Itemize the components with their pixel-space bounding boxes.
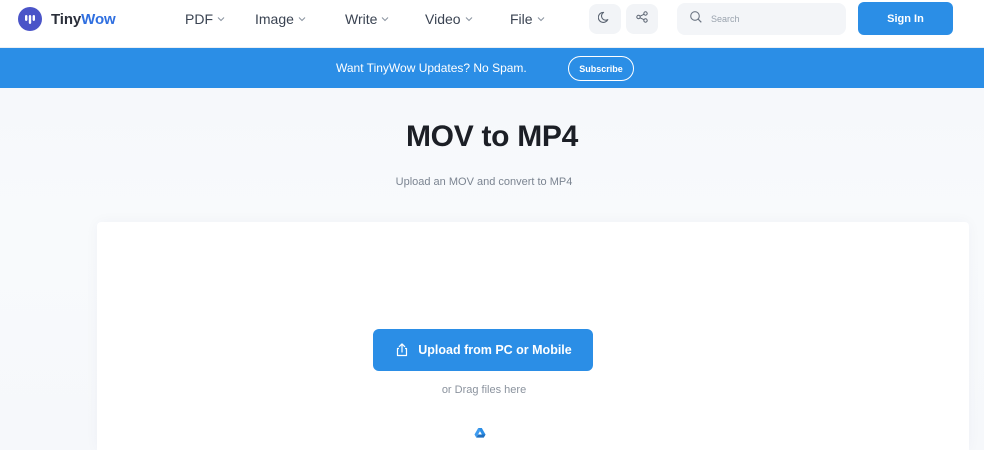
page-subtitle: Upload an MOV and convert to MP4 — [395, 176, 573, 188]
nav-file-label: File — [510, 11, 533, 27]
main-nav: PDF Image Write Video File — [185, 8, 544, 30]
share-button[interactable] — [626, 4, 658, 34]
chevron-down-icon — [465, 16, 473, 22]
tinywow-logo-icon — [18, 7, 42, 31]
nav-video[interactable]: Video — [425, 8, 473, 30]
theme-toggle-button[interactable] — [589, 4, 621, 34]
chevron-down-icon — [298, 16, 306, 22]
nav-pdf[interactable]: PDF — [185, 8, 225, 30]
chevron-down-icon — [381, 16, 389, 22]
logo-text: TinyWow — [51, 11, 116, 28]
logo-text-tiny: Tiny — [51, 10, 82, 28]
upload-button-label: Upload from PC or Mobile — [418, 343, 572, 357]
google-drive-icon[interactable] — [474, 426, 486, 438]
share-icon — [635, 10, 649, 29]
banner-text: Want TinyWow Updates? No Spam. — [336, 61, 527, 75]
nav-write[interactable]: Write — [345, 8, 389, 30]
subscribe-button[interactable]: Subscribe — [568, 56, 634, 81]
page: TinyWow PDF Image Write Video File Searc… — [0, 0, 984, 450]
page-title: MOV to MP4 — [405, 120, 578, 153]
chevron-down-icon — [537, 16, 545, 22]
top-header: TinyWow PDF Image Write Video File Searc… — [0, 0, 984, 48]
sign-in-button[interactable]: Sign In — [858, 2, 953, 35]
upload-icon — [394, 342, 410, 358]
chevron-down-icon — [217, 16, 225, 22]
nav-video-label: Video — [425, 11, 461, 27]
nav-pdf-label: PDF — [185, 11, 213, 27]
logo-link[interactable]: TinyWow — [18, 7, 116, 31]
search-box[interactable] — [677, 3, 846, 35]
search-input[interactable] — [711, 14, 841, 24]
nav-write-label: Write — [345, 11, 378, 27]
nav-image-label: Image — [255, 11, 294, 27]
drag-files-hint: or Drag files here — [441, 384, 527, 396]
newsletter-banner: Want TinyWow Updates? No Spam. Subscribe — [0, 48, 984, 88]
nav-file[interactable]: File — [510, 8, 545, 30]
search-icon — [689, 10, 703, 29]
nav-image[interactable]: Image — [255, 8, 306, 30]
moon-icon — [597, 10, 612, 29]
logo-text-wow: Wow — [81, 10, 116, 28]
upload-button[interactable]: Upload from PC or Mobile — [373, 329, 593, 371]
